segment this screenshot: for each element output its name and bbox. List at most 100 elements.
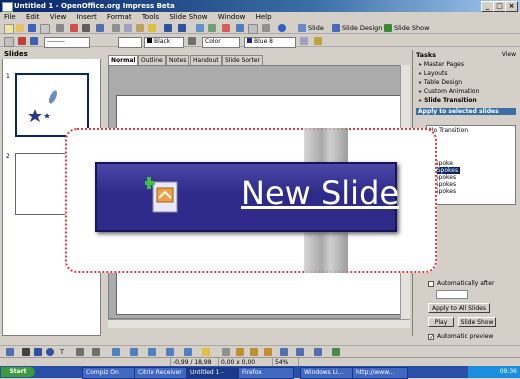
block-arrows-icon[interactable] — [148, 348, 156, 356]
line-tool-icon[interactable] — [22, 348, 30, 356]
effects-icon[interactable] — [314, 37, 322, 45]
horizontal-scrollbar[interactable] — [108, 319, 410, 328]
taskbar-item[interactable]: Firefox — [238, 367, 294, 379]
transition-list[interactable]: No Transition 1 Spoke 2 Spokes 3 Spokes … — [426, 125, 516, 205]
taskbar-item-active[interactable]: Untitled 1 - — [186, 367, 242, 379]
line-color-select[interactable]: Black — [144, 37, 184, 48]
menu-view[interactable]: View — [50, 13, 67, 21]
arrow-style-icon[interactable] — [30, 37, 38, 45]
ellipse-icon[interactable] — [46, 348, 54, 356]
menu-tools[interactable]: Tools — [142, 13, 159, 21]
email-icon[interactable] — [40, 24, 50, 34]
rotate-icon[interactable] — [280, 348, 288, 356]
shadow-icon[interactable] — [300, 37, 308, 45]
menu-slide-show[interactable]: Slide Show — [169, 13, 207, 21]
spellcheck-icon[interactable] — [96, 24, 104, 32]
new-slide-button-zoomed[interactable]: New Slide — [95, 162, 399, 232]
chart-icon[interactable] — [196, 24, 204, 32]
play-button[interactable]: Play — [428, 317, 454, 327]
menu-file[interactable]: File — [4, 13, 16, 21]
tasks-view-menu[interactable]: View — [502, 51, 516, 58]
new-slide-icon — [145, 177, 178, 213]
curve-icon[interactable] — [76, 348, 84, 356]
save-icon[interactable] — [28, 24, 36, 32]
help-icon[interactable] — [278, 24, 286, 32]
basic-shapes-icon[interactable] — [112, 348, 120, 356]
line-icon[interactable] — [18, 37, 26, 45]
area-color-select[interactable]: Blue 8 — [244, 37, 296, 48]
print-icon[interactable] — [82, 24, 90, 32]
system-tray-clock[interactable]: 09:36 — [468, 366, 520, 378]
new-slide-icon[interactable] — [298, 24, 306, 32]
navigator-icon[interactable] — [236, 24, 244, 32]
export-pdf-icon[interactable] — [70, 24, 78, 32]
points-icon[interactable] — [222, 348, 230, 356]
gallery-draw-icon[interactable] — [264, 348, 272, 356]
callouts-icon[interactable] — [184, 348, 192, 356]
select-icon[interactable] — [6, 348, 14, 356]
auto-after-field[interactable] — [436, 290, 468, 299]
symbol-shapes-icon[interactable] — [130, 348, 138, 356]
open-icon[interactable] — [16, 24, 24, 32]
paste-icon[interactable] — [136, 24, 144, 32]
redo-icon[interactable] — [178, 24, 186, 32]
line-style-select[interactable]: ——— — [44, 37, 90, 48]
slide-show-button[interactable]: Slide Show — [394, 23, 429, 33]
task-table-design[interactable]: Table Design — [419, 79, 462, 86]
fontwork-icon[interactable] — [236, 348, 244, 356]
format-paintbrush-icon[interactable] — [148, 24, 156, 32]
task-master-pages[interactable]: Master Pages — [419, 61, 464, 68]
undo-icon[interactable] — [164, 24, 172, 32]
slide-thumb-art — [28, 90, 58, 122]
text-icon[interactable]: T — [60, 347, 64, 357]
status-bar: -0,99 / 18,98 0,00 x 0,00 54% — [0, 357, 520, 367]
slide-design-icon[interactable] — [332, 24, 340, 32]
taskbar-item[interactable]: Compiz On — [82, 367, 138, 379]
slide-number: 1 — [6, 73, 10, 80]
automatic-preview-checkbox[interactable]: ✓ — [428, 334, 434, 341]
slide-number: 2 — [6, 153, 10, 160]
extrusion-icon[interactable] — [332, 348, 340, 356]
menu-window[interactable]: Window — [218, 13, 246, 21]
taskbar-item[interactable]: Windows Li... — [300, 367, 356, 379]
slide-show-icon[interactable] — [384, 24, 392, 32]
line-width-field[interactable] — [118, 37, 142, 48]
menu-format[interactable]: Format — [107, 13, 132, 21]
apply-to-all-slides-button[interactable]: Apply to All Slides — [428, 303, 490, 313]
new-document-icon[interactable] — [4, 24, 14, 34]
menu-help[interactable]: Help — [256, 13, 272, 21]
menu-insert[interactable]: Insert — [77, 13, 97, 21]
slide-button[interactable]: Slide — [308, 23, 324, 33]
close-button[interactable]: × — [505, 1, 518, 12]
line-filling-toolbar: ——— Black Color Blue 8 — [0, 35, 520, 48]
arrange-icon[interactable] — [314, 348, 322, 356]
task-slide-transition[interactable]: Slide Transition — [419, 97, 477, 104]
taskbar-item[interactable]: http://www... — [352, 367, 408, 379]
copy-icon[interactable] — [124, 24, 132, 32]
connector-icon[interactable] — [92, 348, 100, 356]
stars-icon[interactable] — [202, 348, 210, 356]
slides-pane-title: Slides — [2, 50, 101, 59]
area-icon[interactable] — [188, 37, 196, 45]
menu-edit[interactable]: Edit — [26, 13, 40, 21]
rectangle-icon[interactable] — [34, 348, 42, 356]
slide-show-task-button[interactable]: Slide Show — [458, 317, 496, 327]
task-custom-animation[interactable]: Custom Animation — [419, 88, 479, 95]
start-button[interactable]: Start — [1, 367, 35, 377]
auto-after-checkbox[interactable] — [428, 281, 434, 287]
gallery-icon[interactable] — [248, 24, 258, 34]
area-style-select[interactable]: Color — [202, 37, 240, 48]
styles-icon[interactable] — [4, 37, 14, 47]
slide-design-button[interactable]: Slide Design — [342, 23, 382, 33]
taskbar-item[interactable]: Citrix Receiver — [134, 367, 190, 379]
task-layouts[interactable]: Layouts — [419, 70, 448, 77]
apply-heading: Apply to selected slides — [416, 108, 516, 115]
flowchart-icon[interactable] — [166, 348, 174, 356]
hyperlink-icon[interactable] — [222, 24, 230, 32]
edit-file-icon[interactable] — [56, 24, 64, 32]
cut-icon[interactable] — [112, 24, 120, 32]
table-icon[interactable] — [208, 24, 216, 32]
alignment-icon[interactable] — [296, 348, 304, 356]
from-file-icon[interactable] — [250, 348, 258, 356]
zoom-icon[interactable] — [262, 24, 270, 32]
